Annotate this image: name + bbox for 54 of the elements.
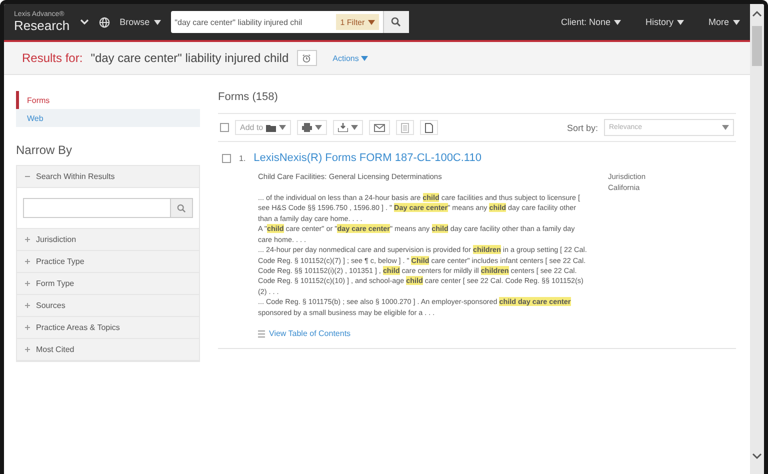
nav-menu[interactable]: Client: None	[560, 17, 622, 27]
table-of-contents-link[interactable]: View Table of Contents	[258, 328, 588, 340]
narrow-by-heading: Narrow By	[16, 143, 74, 157]
nav-menu[interactable]: History	[645, 17, 684, 27]
alarm-clock-icon	[302, 54, 312, 62]
select-all-checkbox[interactable]	[220, 123, 229, 132]
filter-button[interactable]: 1 Filter	[336, 14, 379, 30]
filter-header[interactable]: Practice Type	[17, 251, 199, 273]
globe-icon	[98, 16, 110, 28]
caret-icon	[368, 20, 375, 24]
result-title-link[interactable]: LexisNexis(R) Forms FORM 187-CL-100C.110	[254, 152, 482, 164]
caret-icon	[360, 56, 368, 60]
chevron-icon[interactable]	[80, 19, 89, 25]
filter-header[interactable]: Form Type	[17, 273, 199, 295]
caret-icon	[154, 20, 161, 24]
page-icon	[425, 122, 434, 132]
browse-menu[interactable]: Browse	[120, 17, 161, 27]
search-button[interactable]	[171, 198, 193, 218]
filter-header[interactable]: Search Within Results	[17, 166, 199, 188]
caret-icon	[722, 125, 729, 130]
document-button[interactable]	[420, 120, 438, 135]
results-heading: Forms (158)	[218, 91, 279, 103]
alert-button[interactable]	[296, 50, 317, 66]
app-title: Research	[14, 18, 70, 33]
filter-header[interactable]: Jurisdiction	[17, 229, 199, 251]
download-button[interactable]	[333, 120, 364, 135]
search-button[interactable]	[382, 11, 409, 33]
filter-header[interactable]: Most Cited	[17, 339, 199, 361]
search-query: "day care center" liability injured child	[90, 51, 289, 65]
search-icon	[177, 204, 186, 212]
result-checkbox[interactable]	[222, 154, 231, 162]
result-number: 1.	[239, 154, 246, 162]
results-label: Results for:	[22, 51, 83, 65]
sort-label: Sort by:	[566, 122, 598, 132]
envelope-icon	[374, 124, 386, 132]
filter-header[interactable]: Sources	[17, 295, 199, 317]
folder-icon	[266, 124, 276, 132]
caret-icon	[315, 125, 322, 130]
search-icon	[391, 17, 402, 27]
list-icon	[258, 330, 265, 338]
caret-icon	[677, 20, 684, 24]
scrollbar[interactable]	[750, 4, 764, 474]
document-icon	[401, 122, 410, 132]
search-field[interactable]: "day care center" liability injured chil 1 Filter	[170, 11, 409, 33]
email-button[interactable]	[369, 120, 390, 135]
filter-header[interactable]: Practice Areas & Topics	[17, 317, 199, 339]
caret-icon	[279, 125, 286, 130]
caret-icon	[351, 125, 358, 130]
download-icon	[338, 123, 348, 132]
nav-menu[interactable]: More	[708, 17, 740, 27]
caret-icon	[733, 20, 740, 24]
search-within-field[interactable]	[23, 198, 171, 218]
caret-icon	[614, 20, 622, 24]
print-button[interactable]	[297, 120, 328, 135]
